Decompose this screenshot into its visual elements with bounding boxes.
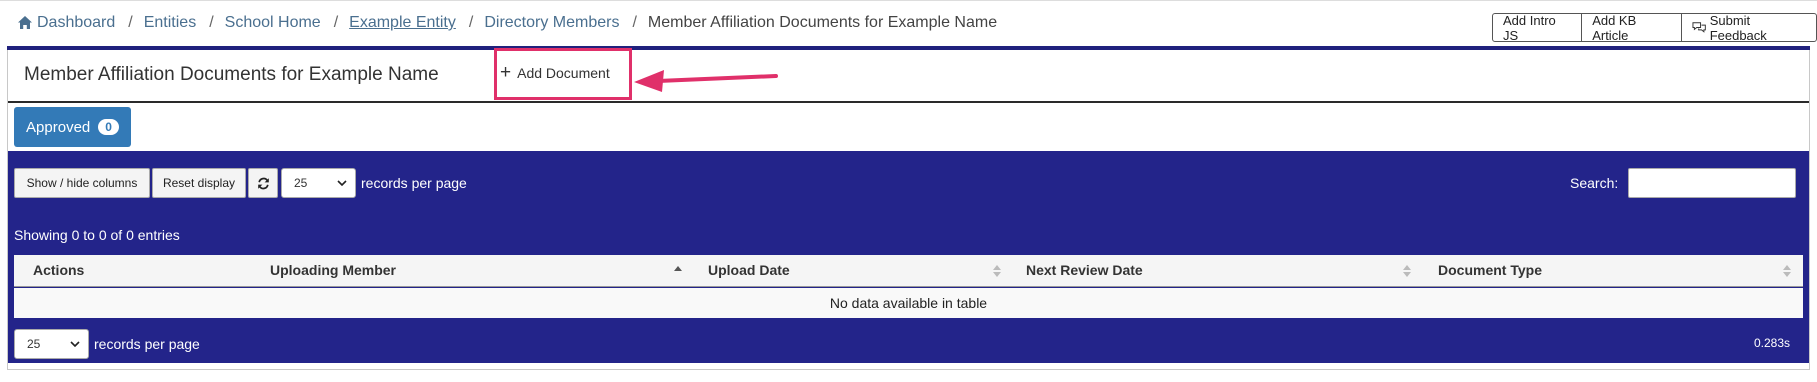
sort-icon[interactable] <box>992 264 1002 278</box>
page-title: Member Affiliation Documents for Example… <box>24 64 439 85</box>
chat-icon <box>1692 22 1707 33</box>
sort-asc-icon[interactable] <box>673 264 683 278</box>
breadcrumb-separator: / <box>209 14 214 31</box>
search-input[interactable] <box>1628 168 1796 198</box>
footer-page-size-select[interactable]: 25 <box>14 329 89 359</box>
column-upload-date[interactable]: Upload Date <box>708 262 790 278</box>
show-hide-columns-button[interactable]: Show / hide columns <box>14 168 150 198</box>
breadcrumb-school-home[interactable]: School Home <box>225 14 321 32</box>
records-per-page-label: records per page <box>361 175 467 191</box>
submit-feedback-label: Submit Feedback <box>1709 12 1767 43</box>
panel-accent-bar <box>7 46 1810 50</box>
showing-entries-text: Showing 0 to 0 of 0 entries <box>14 227 180 243</box>
home-icon <box>18 16 32 29</box>
highlight-annotation-box <box>494 48 632 100</box>
add-intro-js-button[interactable]: Add Intro JS <box>1492 12 1583 43</box>
arrow-left-annotation <box>634 70 778 92</box>
column-uploading-member[interactable]: Uploading Member <box>270 262 396 278</box>
reset-display-button[interactable]: Reset display <box>152 168 246 198</box>
page-size-select[interactable]: 25 <box>281 168 356 198</box>
refresh-icon <box>257 177 269 189</box>
show-hide-columns-label: Show / hide columns <box>26 176 138 190</box>
load-time-text: 0.283s <box>1754 336 1791 350</box>
reset-display-label: Reset display <box>162 176 236 190</box>
breadcrumb-example-entity[interactable]: Example Entity <box>349 14 456 32</box>
search-label: Search: <box>1570 175 1619 191</box>
add-kb-article-label: Add KB Article <box>1592 12 1637 43</box>
page-size-value: 25 <box>294 176 308 190</box>
top-divider <box>0 0 1817 1</box>
column-actions: Actions <box>33 262 85 278</box>
sort-icon[interactable] <box>1782 264 1792 278</box>
sort-icon[interactable] <box>1402 264 1412 278</box>
submit-feedback-button[interactable]: Submit Feedback <box>1681 12 1817 43</box>
breadcrumb-current: Member Affiliation Documents for Example… <box>647 14 998 31</box>
add-intro-js-label: Add Intro JS <box>1503 12 1556 43</box>
chevron-down-icon <box>337 180 347 186</box>
breadcrumb: Dashboard / Entities / School Home / Exa… <box>17 14 997 32</box>
breadcrumb-separator: / <box>128 14 133 31</box>
breadcrumb-directory-members[interactable]: Directory Members <box>484 14 619 32</box>
footer-records-per-page-label: records per page <box>94 336 200 352</box>
count-badge: 0 <box>98 119 119 135</box>
refresh-button[interactable] <box>248 168 278 198</box>
breadcrumb-entities[interactable]: Entities <box>144 14 196 32</box>
title-divider <box>8 101 1809 103</box>
empty-table-message: No data available in table <box>829 295 988 311</box>
breadcrumb-dashboard[interactable]: Dashboard <box>37 14 115 32</box>
breadcrumb-separator: / <box>468 14 474 31</box>
tab-approved-label: Approved <box>26 118 91 136</box>
breadcrumb-separator: / <box>333 14 339 31</box>
breadcrumb-separator: / <box>632 14 637 31</box>
admin-button-group: Add Intro JS Add KB Article Submit Feedb… <box>1492 12 1817 43</box>
footer-page-size-value: 25 <box>27 337 41 351</box>
tab-approved[interactable]: Approved 0 <box>14 107 131 147</box>
column-next-review-date[interactable]: Next Review Date <box>1026 262 1143 278</box>
add-kb-article-button[interactable]: Add KB Article <box>1581 12 1683 43</box>
column-document-type[interactable]: Document Type <box>1438 262 1542 278</box>
chevron-down-icon <box>70 341 80 347</box>
